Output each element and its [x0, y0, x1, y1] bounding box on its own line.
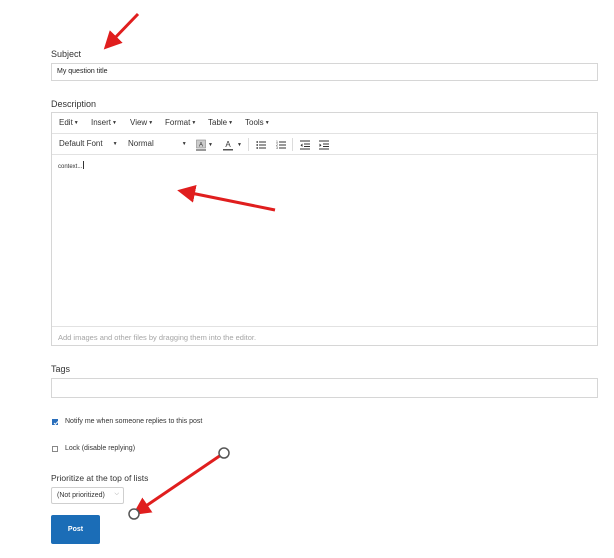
editor-drop-hint: Add images and other files by dragging t… — [52, 326, 597, 346]
menu-view[interactable]: View▼ — [130, 118, 153, 127]
tags-label: Tags — [51, 364, 71, 374]
priority-select[interactable]: (Not prioritized) ⌵ — [51, 487, 124, 504]
menu-tools[interactable]: Tools▼ — [245, 118, 270, 127]
text-color-icon[interactable]: A — [223, 138, 233, 151]
annotation-arrow-priority — [132, 453, 222, 516]
tags-input[interactable] — [51, 378, 598, 398]
caret-down-icon[interactable]: ▼ — [208, 142, 213, 148]
annotation-arrow-subject — [103, 12, 140, 50]
svg-text:A: A — [199, 143, 203, 149]
menu-insert-label: Insert — [91, 118, 112, 127]
lock-checkbox[interactable] — [52, 446, 58, 452]
editor-toolbar: Default Font ▼ Normal ▼ A ▼ A ▼ 123 — [52, 134, 597, 155]
subject-label: Subject — [51, 49, 82, 59]
caret-down-icon[interactable]: ▼ — [237, 142, 242, 148]
priority-selected-value: (Not prioritized) — [57, 492, 105, 499]
numbered-list-icon[interactable]: 123 — [276, 138, 286, 150]
lock-label: Lock (disable replying) — [65, 445, 136, 452]
priority-label: Prioritize at the top of lists — [51, 473, 149, 483]
caret-down-icon: ▼ — [112, 120, 117, 126]
font-family-select[interactable]: Default Font ▼ — [59, 139, 118, 148]
menu-view-label: View — [130, 118, 148, 127]
toolbar-separator — [248, 138, 249, 151]
menu-table-label: Table — [208, 118, 228, 127]
menu-edit[interactable]: Edit▼ — [59, 118, 79, 127]
caret-down-icon: ▼ — [181, 141, 187, 147]
annotation-handle-start — [218, 447, 230, 459]
font-family-value: Default Font — [59, 139, 103, 148]
editor-menubar: Edit▼ Insert▼ View▼ Format▼ Table▼ Tools… — [52, 113, 597, 134]
svg-text:3: 3 — [276, 146, 278, 150]
description-label: Description — [51, 99, 97, 109]
caret-down-icon: ▼ — [191, 120, 197, 126]
indent-icon[interactable] — [319, 138, 329, 150]
menu-format[interactable]: Format▼ — [165, 118, 196, 127]
menu-tools-label: Tools — [245, 118, 264, 127]
chevron-down-icon: ⌵ — [114, 491, 119, 497]
caret-down-icon: ▼ — [148, 120, 154, 126]
post-button[interactable]: Post — [51, 515, 100, 544]
menu-insert[interactable]: Insert▼ — [91, 118, 117, 127]
subject-input[interactable]: My question title — [51, 63, 598, 81]
toolbar-separator — [292, 138, 293, 151]
caret-down-icon: ▼ — [73, 120, 79, 126]
editor-text: context... — [58, 164, 83, 170]
bullet-list-icon[interactable] — [256, 138, 266, 150]
menu-table[interactable]: Table▼ — [208, 118, 233, 127]
outdent-icon[interactable] — [300, 138, 310, 150]
notify-label: Notify me when someone replies to this p… — [65, 418, 203, 425]
annotation-handle-end — [128, 508, 140, 520]
caret-down-icon: ▼ — [112, 141, 118, 147]
text-cursor — [83, 161, 85, 169]
menu-format-label: Format — [165, 118, 191, 127]
caret-down-icon: ▼ — [264, 120, 270, 126]
editor-content[interactable]: context... — [58, 161, 85, 170]
menu-edit-label: Edit — [59, 118, 73, 127]
notify-checkbox[interactable] — [52, 419, 59, 426]
background-color-icon[interactable]: A — [196, 138, 206, 151]
svg-text:A: A — [225, 140, 231, 149]
caret-down-icon: ▼ — [228, 120, 234, 126]
rich-text-editor: Edit▼ Insert▼ View▼ Format▼ Table▼ Tools… — [51, 112, 598, 346]
font-size-value: Normal — [128, 139, 154, 148]
font-size-select[interactable]: Normal ▼ — [128, 139, 187, 148]
